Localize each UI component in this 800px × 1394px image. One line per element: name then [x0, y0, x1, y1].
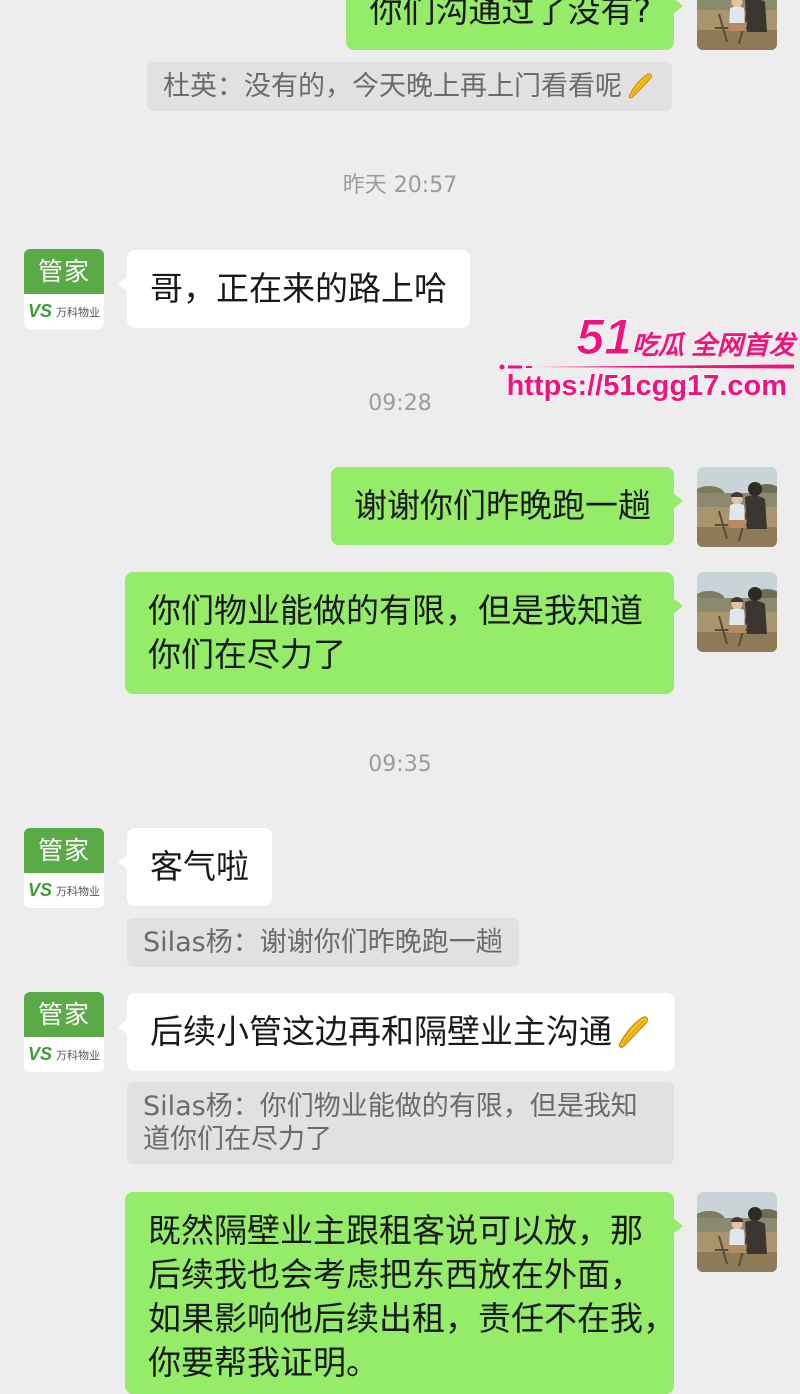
- timestamp: 09:35: [368, 752, 432, 777]
- message-text-line: 你要帮我证明。: [148, 1343, 379, 1382]
- quoted-reply[interactable]: Silas杨：谢谢你们昨晚跑一趟: [127, 918, 519, 967]
- logo-text: 万科物业: [56, 305, 100, 319]
- quote-text-line: Silas杨：你们物业能做的有限，但是我知: [143, 1091, 638, 1122]
- message-text-line: 如果影响他后续出租，责任不在我，: [148, 1299, 676, 1338]
- logo-mark: VS: [27, 880, 52, 900]
- agent-avatar-label: 管家: [24, 249, 104, 294]
- sent-message-bubble[interactable]: 谢谢你们昨晚跑一趟: [331, 467, 683, 545]
- logo-text: 万科物业: [56, 1048, 100, 1062]
- message-text: 哥，正在来的路上哈: [150, 269, 447, 308]
- timestamp: 09:28: [368, 391, 432, 416]
- message-text-line: 你们物业能做的有限，但是我知道: [148, 591, 643, 630]
- quoted-reply[interactable]: Silas杨：你们物业能做的有限，但是我知 道你们在尽力了: [127, 1082, 674, 1164]
- user-avatar[interactable]: [697, 572, 777, 652]
- received-message-bubble[interactable]: 客气啦: [118, 828, 272, 906]
- property-company-logo: VS 万科物业: [24, 1037, 104, 1072]
- logo-text: 万科物业: [56, 884, 100, 898]
- user-photo-icon: [697, 1192, 777, 1272]
- user-avatar[interactable]: [697, 467, 777, 547]
- watermark-headline: 51 吃瓜 全网首发: [576, 309, 795, 365]
- message-text-line: 后续我也会考虑把东西放在外面，: [148, 1255, 643, 1294]
- user-avatar[interactable]: [697, 0, 777, 50]
- user-photo-icon: [697, 572, 777, 652]
- message-text: 客气啦: [150, 847, 249, 886]
- watermark-slogan: 全网首发: [690, 331, 795, 361]
- user-photo-icon: [697, 0, 777, 50]
- message-text: 后续小管这边再和隔壁业主沟通: [150, 1012, 612, 1051]
- quote-text-line: 道你们在尽力了: [143, 1124, 332, 1155]
- agent-avatar[interactable]: 管家 VS 万科物业: [24, 249, 104, 329]
- property-company-logo: VS 万科物业: [24, 294, 104, 329]
- logo-mark: VS: [27, 301, 52, 321]
- received-message-bubble[interactable]: 后续小管这边再和隔壁业主沟通: [118, 993, 675, 1071]
- hands-together-emoji-icon: [624, 70, 656, 100]
- timestamp: 昨天 20:57: [342, 173, 458, 198]
- agent-avatar[interactable]: 管家 VS 万科物业: [24, 992, 104, 1072]
- agent-avatar[interactable]: 管家 VS 万科物业: [24, 828, 104, 908]
- property-company-logo: VS 万科物业: [24, 873, 104, 908]
- agent-avatar-label: 管家: [24, 992, 104, 1037]
- watermark-brand: 吃瓜: [631, 331, 684, 361]
- quote-text: 杜英：没有的，今天晚上再上门看看呢: [163, 71, 622, 102]
- agent-avatar-label: 管家: [24, 828, 104, 873]
- quoted-reply[interactable]: 杜英：没有的，今天晚上再上门看看呢: [147, 62, 672, 111]
- message-text-line: 你们在尽力了: [148, 635, 346, 674]
- quote-text: Silas杨：谢谢你们昨晚跑一趟: [143, 927, 503, 958]
- message-text-line: 既然隔壁业主跟租客说可以放，那: [148, 1211, 643, 1250]
- sent-message-bubble[interactable]: 你们物业能做的有限，但是我知道 你们在尽力了: [125, 572, 683, 694]
- message-text: 谢谢你们昨晚跑一趟: [354, 486, 651, 525]
- user-avatar[interactable]: [697, 1192, 777, 1272]
- sent-message-bubble[interactable]: 既然隔壁业主跟租客说可以放，那 后续我也会考虑把东西放在外面， 如果影响他后续出…: [125, 1192, 683, 1394]
- hands-together-emoji-icon: [614, 1011, 652, 1051]
- received-message-bubble[interactable]: 哥，正在来的路上哈: [118, 250, 470, 328]
- logo-mark: VS: [27, 1044, 52, 1064]
- sent-message-bubble[interactable]: 你们沟通过了没有?: [346, 0, 683, 50]
- watermark-number: 51: [576, 309, 633, 365]
- message-text: 你们沟通过了没有?: [369, 0, 651, 30]
- user-photo-icon: [697, 467, 777, 547]
